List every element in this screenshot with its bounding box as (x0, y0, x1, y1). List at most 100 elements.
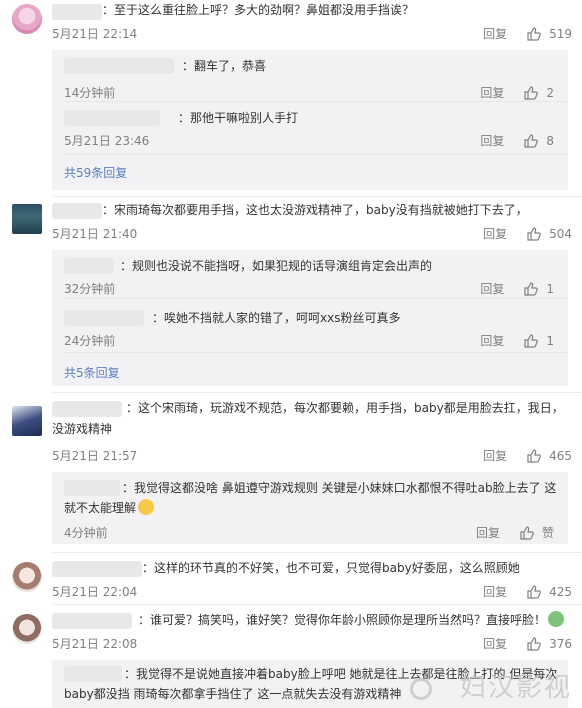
thumbs-up-icon (527, 226, 541, 241)
more-replies-link[interactable]: 共5条回复 (64, 364, 120, 381)
comment-time: 5月21日 22:14 (52, 27, 138, 41)
divider (64, 101, 568, 102)
divider (64, 352, 568, 353)
divider (52, 196, 582, 197)
comment-time: 5月21日 21:40 (52, 227, 138, 241)
like-button[interactable]: 赞 (520, 524, 554, 541)
divider (52, 392, 582, 393)
reply-button[interactable]: 回复 (480, 280, 504, 297)
reply-time: 5月21日 23:46 (64, 134, 150, 148)
reply-button[interactable]: 回复 (480, 132, 504, 149)
watermark-logo-icon (410, 678, 432, 700)
comment-text: ：谁可爱？搞笑吗，谁好笑？觉得你年龄小照顾你是理所当然吗？直接呼脸！ (138, 610, 568, 631)
like-button[interactable]: 1 (524, 282, 554, 296)
reply-text: ：唉她不挡就人家的错了，呵呵xxs粉丝可真多 (152, 311, 401, 325)
comment-actions: 回复 425 (483, 583, 572, 600)
reply-button[interactable]: 回复 (483, 635, 507, 652)
username-blurred[interactable] (64, 258, 114, 274)
comment-text: ：这个宋雨琦，玩游戏不规范，每次都要赖，用手挡，baby都是用脸去扛，我日，没游… (52, 401, 564, 436)
username-blurred[interactable] (52, 4, 102, 20)
avatar[interactable] (12, 4, 42, 34)
username-blurred[interactable] (64, 110, 160, 126)
like-count: 8 (546, 133, 554, 148)
reply-actions: 回复 1 (480, 280, 554, 297)
like-count: 1 (546, 281, 554, 296)
reply-text: ：那他干嘛啦别人手打 (178, 111, 299, 125)
divider (52, 552, 582, 553)
like-count: 376 (549, 636, 572, 651)
reply-text: ：规则也没说不能挡呀，如果犯规的话导演组肯定会出声的 (120, 259, 433, 273)
thumbs-up-icon (527, 26, 541, 41)
like-count: 504 (549, 226, 572, 241)
comment-time: 5月21日 22:04 (52, 585, 138, 599)
like-button[interactable]: 519 (527, 27, 572, 41)
avatar[interactable] (12, 204, 42, 234)
thumbs-up-icon (524, 281, 539, 296)
comment-actions: 回复 519 (483, 25, 572, 42)
username-blurred[interactable] (52, 613, 132, 629)
reply-button[interactable]: 回复 (483, 447, 507, 464)
reply-button[interactable]: 回复 (483, 225, 507, 242)
username-blurred[interactable] (52, 203, 102, 219)
divider (52, 604, 582, 605)
reply-button[interactable]: 回复 (476, 524, 500, 541)
username-blurred[interactable] (64, 310, 144, 326)
like-count: 1 (546, 333, 554, 348)
reply-button[interactable]: 回复 (483, 25, 507, 42)
like-button[interactable]: 376 (527, 637, 572, 651)
username-blurred[interactable] (52, 561, 142, 577)
like-count: 赞 (541, 526, 554, 540)
like-button[interactable]: 425 (527, 585, 572, 599)
reply-time: 24分钟前 (64, 334, 116, 348)
thumbs-up-icon (524, 333, 539, 348)
comment-actions: 回复 504 (483, 225, 572, 242)
comment-text: ：这样的环节真的不好笑，也不可爱，只觉得baby好委屈，这么照顾她 (142, 561, 520, 575)
reply-actions: 回复 2 (480, 84, 554, 101)
comment-text: ：至于这么重往脸上呼？多大的劲啊？鼻姐都没用手挡诶？ (102, 3, 415, 17)
comment-actions: 回复 376 (483, 635, 572, 652)
comment-time: 5月21日 21:57 (52, 449, 138, 463)
reply-text: ：我觉得这都没啥 鼻姐遵守游戏规则 关键是小妹妹口水都恨不得吐ab脸上去了 这就… (64, 478, 560, 518)
comment-time: 5月21日 22:08 (52, 637, 138, 651)
comment-text-content: ：谁可爱？搞笑吗，谁好笑？觉得你年龄小照顾你是理所当然吗？直接呼脸！ (138, 613, 547, 627)
more-replies-link[interactable]: 共59条回复 (64, 164, 127, 181)
like-count: 465 (549, 448, 572, 463)
like-button[interactable]: 465 (527, 449, 572, 463)
avatar[interactable] (12, 562, 42, 592)
like-count: 2 (546, 85, 554, 100)
divider (64, 298, 568, 299)
thumbs-up-icon (524, 133, 539, 148)
comment-text: ：宋雨琦每次都要用手挡，这也太没游戏精神了，baby没有挡就被她打下去了， (102, 203, 528, 217)
like-button[interactable]: 1 (524, 334, 554, 348)
reply-button[interactable]: 回复 (483, 583, 507, 600)
like-button[interactable]: 8 (524, 134, 554, 148)
reply-actions: 回复 1 (480, 332, 554, 349)
avatar[interactable] (12, 614, 42, 644)
reply-box: ：规则也没说不能挡呀，如果犯规的话导演组肯定会出声的 32分钟前 回复 1 ：唉… (52, 250, 568, 386)
username-blurred[interactable] (64, 58, 174, 74)
reply-box: ：翻车了，恭喜 14分钟前 回复 2 ：那他干嘛啦别人手打 5月21日 23:4… (52, 50, 568, 190)
like-button[interactable]: 2 (524, 86, 554, 100)
reply-box: ：我觉得这都没啥 鼻姐遵守游戏规则 关键是小妹妹口水都恨不得吐ab脸上去了 这就… (52, 472, 568, 544)
thumbs-up-icon (520, 525, 534, 540)
thumbs-up-icon (527, 448, 541, 463)
reply-button[interactable]: 回复 (480, 84, 504, 101)
like-count: 425 (549, 584, 572, 599)
thumbs-up-icon (527, 584, 541, 599)
like-button[interactable]: 504 (527, 227, 572, 241)
reply-text: ：翻车了，恭喜 (182, 59, 267, 73)
reply-time: 14分钟前 (64, 86, 116, 100)
reply-actions: 回复 8 (480, 132, 554, 149)
thumbs-up-icon (527, 636, 541, 651)
smile-emoji-icon (138, 499, 155, 515)
reply-time: 32分钟前 (64, 282, 116, 296)
avatar[interactable] (12, 406, 42, 436)
like-count: 519 (549, 26, 572, 41)
divider (64, 154, 568, 155)
reply-time: 4分钟前 (64, 526, 108, 540)
watermark: 妇汉影视 (459, 673, 572, 703)
comment-actions: 回复 465 (483, 447, 572, 464)
reply-button[interactable]: 回复 (480, 332, 504, 349)
thumbs-up-icon (524, 85, 539, 100)
reply-actions: 回复 赞 (476, 524, 554, 541)
